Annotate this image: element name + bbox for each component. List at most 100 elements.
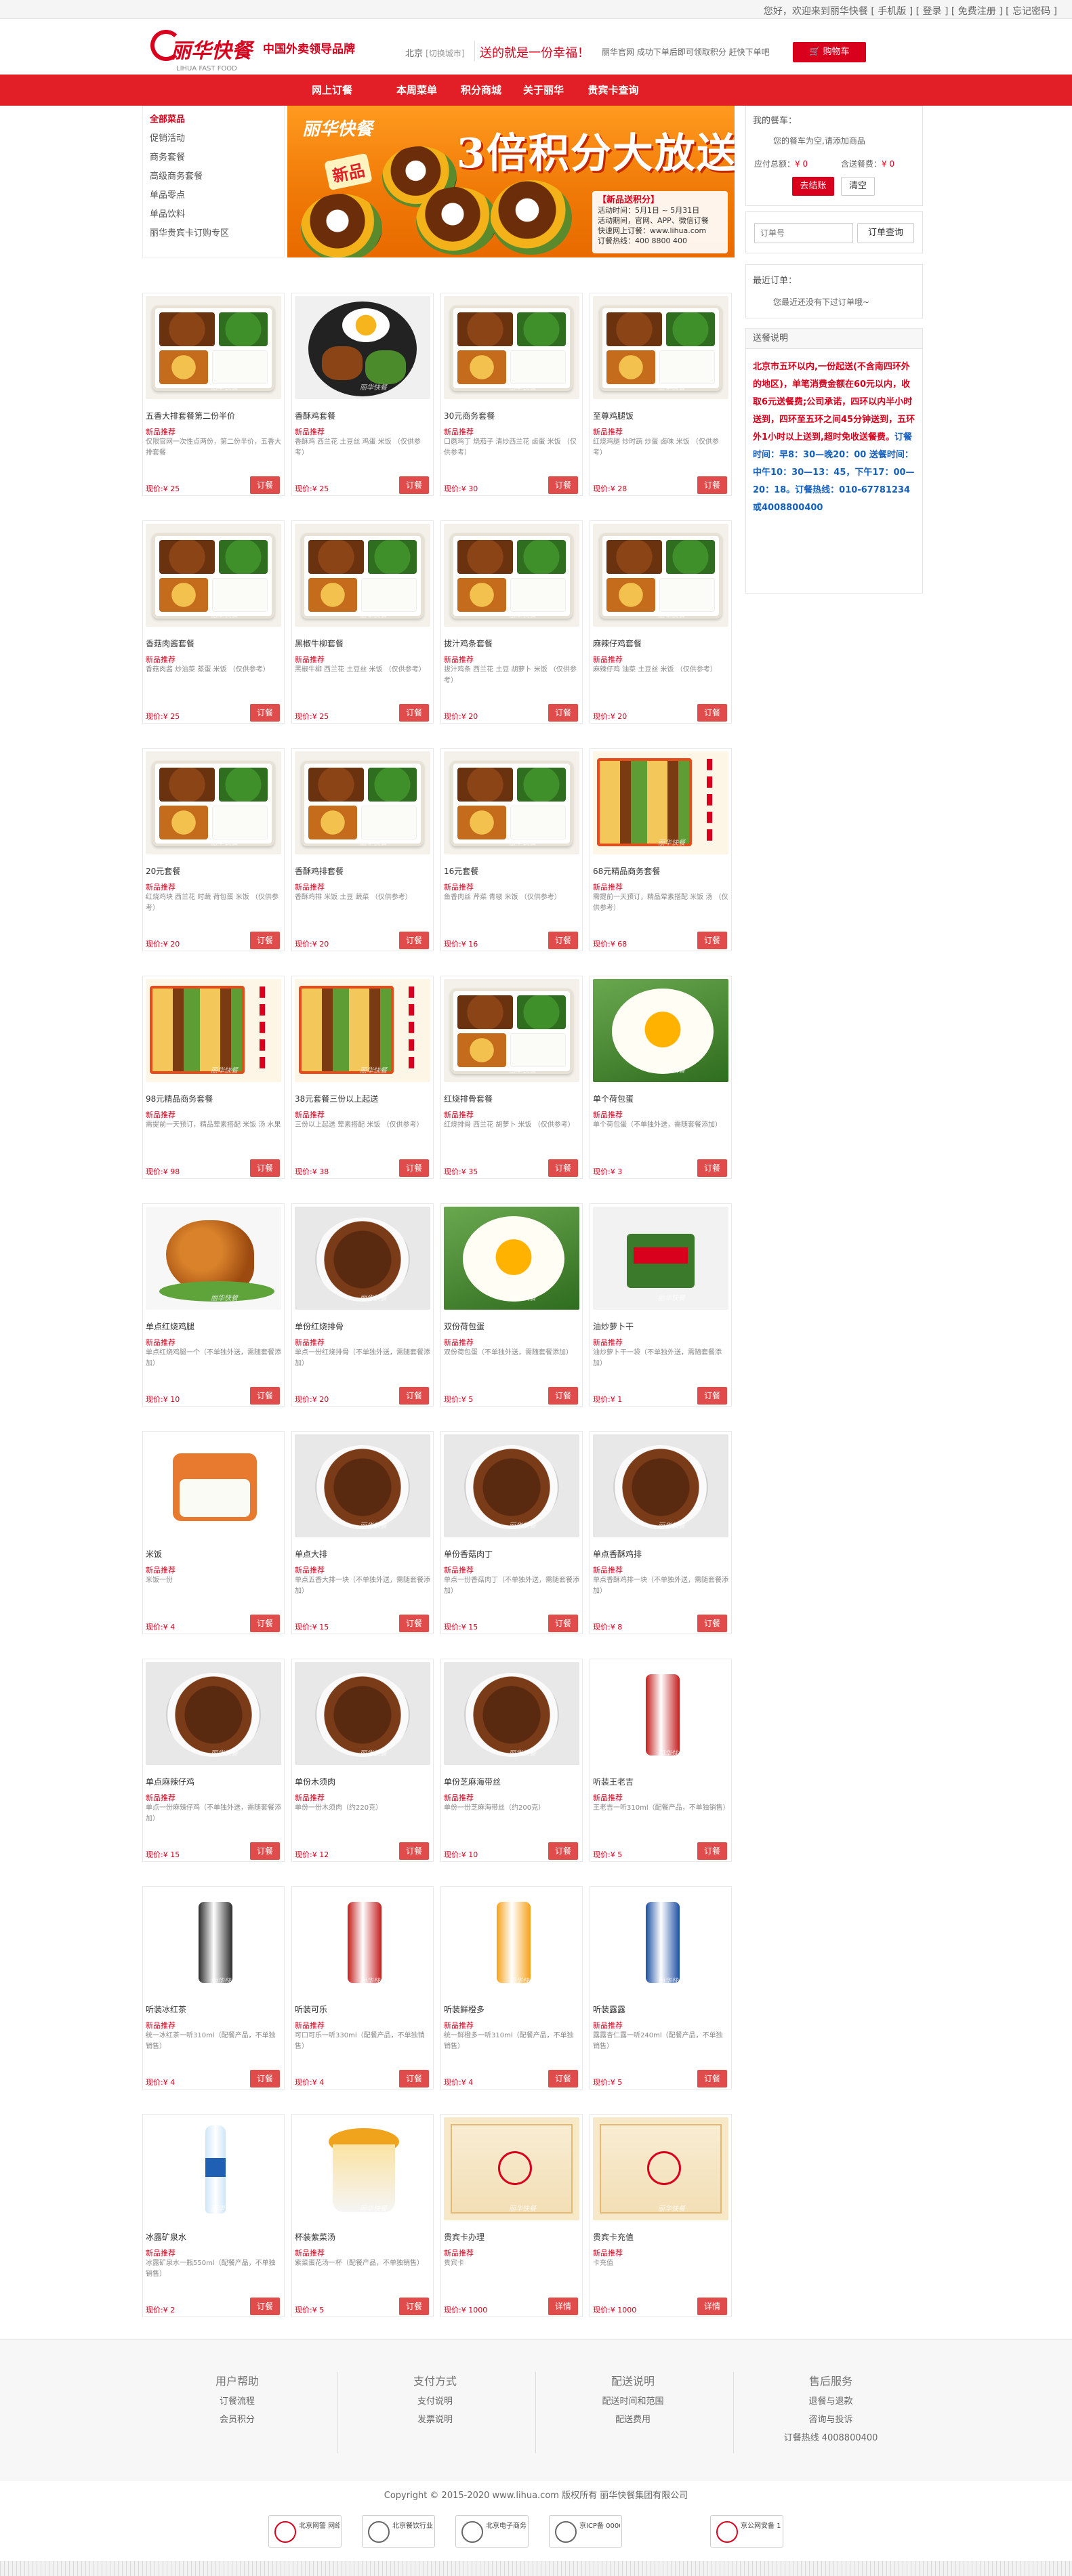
product-card[interactable]: 丽华快餐 五香大排套餐第二份半价 新品推荐 仅限官网一次性点两份，第二份半价，五香大排…	[142, 293, 285, 496]
category-promo[interactable]: 促销活动	[150, 131, 185, 144]
order-button[interactable]: 订餐	[697, 932, 727, 949]
order-button[interactable]: 订餐	[399, 1387, 429, 1405]
category-all[interactable]: 全部菜品	[150, 112, 185, 125]
city-selector[interactable]: 北京 [切换城市]	[405, 46, 465, 59]
category-drinks[interactable]: 单品饮料	[150, 207, 185, 220]
footer-link[interactable]: 支付说明	[340, 2394, 530, 2407]
order-button[interactable]: 订餐	[548, 1615, 578, 1632]
product-image[interactable]: 丽华快餐	[295, 1890, 430, 1993]
product-card[interactable]: ▮ ▮ ▮ ▮ ▮ 丽华快餐 38元套餐三份以上起送 新品推荐 三份以上起送 荤素搭配 米饭 （…	[291, 976, 434, 1179]
product-card[interactable]: 丽华快餐 油炒萝卜干 新品推荐 油炒萝卜干一袋（不单独外送，需随套餐添加） 现价:¥ 1…	[590, 1203, 732, 1407]
product-card[interactable]: 丽华快餐 单份木须肉 新品推荐 单份一份木须肉（约220克） 现价:¥ 12 订餐	[291, 1659, 434, 1862]
product-image[interactable]: 丽华快餐	[295, 2117, 430, 2220]
product-name[interactable]: 香菇肉酱套餐	[146, 638, 281, 649]
product-name[interactable]: 38元套餐三份以上起送	[295, 1093, 430, 1104]
order-button[interactable]: 订餐	[697, 2070, 727, 2087]
product-name[interactable]: 贵宾卡办理	[444, 2231, 579, 2243]
product-image[interactable]: 丽华快餐	[146, 1890, 281, 1993]
order-button[interactable]: 订餐	[399, 2298, 429, 2315]
product-name[interactable]: 麻辣仔鸡套餐	[593, 638, 728, 649]
product-name[interactable]: 听装冰红茶	[146, 2003, 281, 2015]
product-card[interactable]: 丽华快餐 拔汁鸡条套餐 新品推荐 拔汁鸡条 西兰花 土豆 胡萝卜 米饭 （仅供参考） 现…	[440, 520, 583, 724]
product-name[interactable]: 杯装紫菜汤	[295, 2231, 430, 2243]
product-image[interactable]: 丽华快餐	[444, 296, 579, 399]
footer-link[interactable]: 会员积分	[142, 2412, 332, 2425]
category-business[interactable]: 商务套餐	[150, 150, 185, 163]
product-name[interactable]: 香酥鸡排套餐	[295, 865, 430, 877]
product-image[interactable]: 丽华快餐	[593, 1662, 728, 1765]
product-image[interactable]: 丽华快餐	[593, 2117, 728, 2220]
product-image[interactable]: 丽华快餐	[593, 1434, 728, 1537]
cart-button[interactable]: 🛒 购物车	[793, 42, 866, 62]
product-card[interactable]: 丽华快餐 米饭 新品推荐 米饭一份 现价:¥ 4 订餐	[142, 1431, 285, 1634]
order-button[interactable]: 订餐	[697, 476, 727, 494]
footer-link[interactable]: 配送时间和范围	[538, 2394, 728, 2407]
product-card[interactable]: 丽华快餐 香酥鸡套餐 新品推荐 香酥鸡 西兰花 土豆丝 鸡蛋 米饭 （仅供参考） 现价:…	[291, 293, 434, 496]
product-image[interactable]: 丽华快餐	[444, 524, 579, 627]
order-button[interactable]: 订餐	[548, 1842, 578, 1860]
product-card[interactable]: 丽华快餐 30元商务套餐 新品推荐 口蘑鸡丁 烧茄子 清炒西兰花 卤蛋 米饭 （仅供参…	[440, 293, 583, 496]
product-name[interactable]: 单点红烧鸡腿	[146, 1321, 281, 1332]
product-card[interactable]: 丽华快餐 杯装紫菜汤 新品推荐 紫菜蛋花汤一杯（配餐产品，不单独销售） 现价:¥ 5 订餐	[291, 2114, 434, 2317]
product-image[interactable]: 丽华快餐	[146, 1434, 281, 1537]
order-button[interactable]: 订餐	[548, 932, 578, 949]
city-switch-link[interactable]: [切换城市]	[426, 49, 464, 58]
product-name[interactable]: 单点麻辣仔鸡	[146, 1776, 281, 1787]
product-card[interactable]: 丽华快餐 香酥鸡排套餐 新品推荐 香酥鸡排 米饭 土豆 蔬菜 （仅供参考） 现价:¥ 2…	[291, 748, 434, 951]
product-image[interactable]: 丽华快餐	[593, 1207, 728, 1310]
order-button[interactable]: 订餐	[399, 1159, 429, 1177]
product-image[interactable]: ▮ ▮ ▮ ▮ ▮ 丽华快餐	[295, 979, 430, 1082]
product-image[interactable]: 丽华快餐	[444, 751, 579, 854]
order-button[interactable]: 订餐	[250, 932, 280, 949]
header-notice[interactable]: 丽华官网 成功下单后即可领取积分 赶快下单吧	[602, 46, 805, 58]
product-image[interactable]: 丽华快餐	[444, 1207, 579, 1310]
product-card[interactable]: 丽华快餐 红烧排骨套餐 新品推荐 红烧排骨 西兰花 胡萝卜 米饭 （仅供参考） 现价:¥…	[440, 976, 583, 1179]
product-name[interactable]: 听装鲜橙多	[444, 2003, 579, 2015]
product-card[interactable]: 丽华快餐 香菇肉酱套餐 新品推荐 香菇肉酱 炒油菜 蒸蛋 米饭 （仅供参考） 现价:¥ …	[142, 520, 285, 724]
product-card[interactable]: ▮ ▮ ▮ ▮ ▮ 丽华快餐 98元精品商务套餐 新品推荐 需提前一天预订，精品荤素搭配 米饭 …	[142, 976, 285, 1179]
logo[interactable]: 丽华快餐 LIHUA FAST FOOD	[150, 30, 259, 72]
order-number-input[interactable]	[754, 223, 853, 243]
order-button[interactable]: 订餐	[399, 476, 429, 494]
product-card[interactable]: 丽华快餐 单份红烧排骨 新品推荐 单点一份红烧排骨（不单独外送，需随套餐添加） 现价:¥…	[291, 1203, 434, 1407]
clear-cart-button[interactable]: 清空	[841, 177, 875, 196]
product-card[interactable]: 丽华快餐 单点香酥鸡排 新品推荐 单点香酥鸡排一块（不单独外送，需随套餐添加） 现价:¥…	[590, 1431, 732, 1634]
product-image[interactable]: ▮ ▮ ▮ ▮ ▮ 丽华快餐	[146, 979, 281, 1082]
product-image[interactable]: 丽华快餐	[444, 1434, 579, 1537]
product-image[interactable]: 丽华快餐	[593, 524, 728, 627]
product-name[interactable]: 16元套餐	[444, 865, 579, 877]
product-image[interactable]: 丽华快餐	[295, 524, 430, 627]
order-button[interactable]: 订餐	[250, 2298, 280, 2315]
product-card[interactable]: 丽华快餐 单个荷包蛋 新品推荐 单个荷包蛋（不单独外送，需随套餐添加） 现价:¥ 3 订餐	[590, 976, 732, 1179]
product-image[interactable]: 丽华快餐	[146, 751, 281, 854]
order-button[interactable]: 订餐	[697, 1159, 727, 1177]
product-name[interactable]: 听装王老吉	[593, 1776, 728, 1787]
product-name[interactable]: 冰露矿泉水	[146, 2231, 281, 2243]
product-image[interactable]: 丽华快餐	[146, 296, 281, 399]
order-button[interactable]: 订餐	[548, 704, 578, 722]
product-image[interactable]: 丽华快餐	[444, 979, 579, 1082]
product-name[interactable]: 30元商务套餐	[444, 410, 579, 421]
product-card[interactable]: 丽华快餐 贵宾卡充值 新品推荐 卡充值 现价:¥ 1000 详情	[590, 2114, 732, 2317]
order-button[interactable]: 详情	[697, 2298, 727, 2315]
product-card[interactable]: 丽华快餐 16元套餐 新品推荐 鱼香肉丝 芹菜 青椒 米饭 （仅供参考） 现价:¥ 16…	[440, 748, 583, 951]
top-welcome-links[interactable]: 您好，欢迎来到丽华快餐 [ 手机版 ] [ 登录 ] [ 免费注册 ] [ 忘记…	[764, 4, 1057, 18]
product-name[interactable]: 拔汁鸡条套餐	[444, 638, 579, 649]
order-button[interactable]: 订餐	[399, 932, 429, 949]
product-card[interactable]: 丽华快餐 单份香菇肉丁 新品推荐 单点一份香菇肉丁（不单独外送，需随套餐添加） 现价:¥…	[440, 1431, 583, 1634]
product-card[interactable]: 丽华快餐 听装可乐 新品推荐 可口可乐一听330ml（配餐产品，不单独销售） 现价:¥ …	[291, 1886, 434, 2090]
footer-link[interactable]: 咨询与投诉	[736, 2412, 926, 2425]
order-button[interactable]: 订餐	[399, 1842, 429, 1860]
footer-badge[interactable]: 京公网安备 11010000000号	[710, 2515, 783, 2548]
order-button[interactable]: 订餐	[548, 476, 578, 494]
product-card[interactable]: 丽华快餐 麻辣仔鸡套餐 新品推荐 麻辣仔鸡 油菜 土豆丝 米饭 （仅供参考） 现价:¥ …	[590, 520, 732, 724]
product-card[interactable]: 丽华快餐 贵宾卡办理 新品推荐 贵宾卡 现价:¥ 1000 详情	[440, 2114, 583, 2317]
order-button[interactable]: 订餐	[697, 1615, 727, 1632]
order-button[interactable]: 订餐	[548, 1159, 578, 1177]
product-name[interactable]: 68元精品商务套餐	[593, 865, 728, 877]
product-name[interactable]: 单份芝麻海带丝	[444, 1776, 579, 1787]
product-name[interactable]: 单点大排	[295, 1548, 430, 1560]
product-name[interactable]: 单个荷包蛋	[593, 1093, 728, 1104]
product-card[interactable]: 丽华快餐 黑椒牛柳套餐 新品推荐 黑椒牛柳 西兰花 土豆丝 米饭 （仅供参考） 现价:¥…	[291, 520, 434, 724]
order-button[interactable]: 订餐	[250, 704, 280, 722]
